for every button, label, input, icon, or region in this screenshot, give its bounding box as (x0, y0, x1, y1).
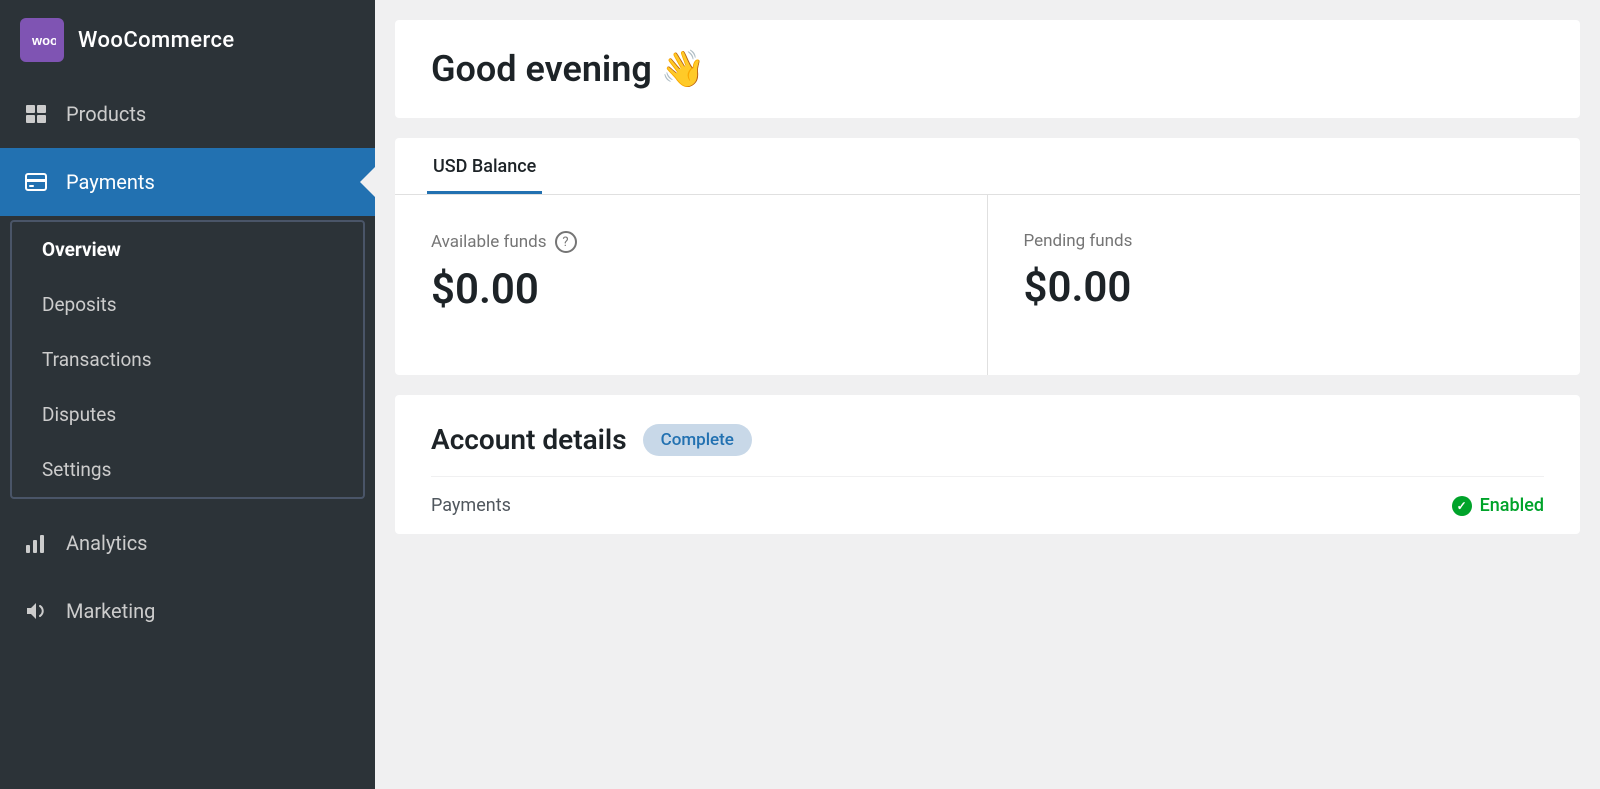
transactions-label: Transactions (42, 348, 152, 371)
available-funds-amount: $0.00 (431, 265, 951, 314)
products-label: Products (66, 102, 146, 126)
greeting-title: Good evening 👋 (431, 48, 1544, 90)
submenu-settings[interactable]: Settings (12, 442, 363, 497)
payments-icon (22, 168, 50, 196)
submenu-overview[interactable]: Overview (12, 222, 363, 277)
balance-tabs: USD Balance (395, 138, 1580, 195)
analytics-icon (22, 529, 50, 557)
deposits-label: Deposits (42, 293, 117, 316)
submenu-disputes[interactable]: Disputes (12, 387, 363, 442)
payments-submenu: Overview Deposits Transactions Disputes … (10, 220, 365, 499)
pending-funds-label-row: Pending funds (1024, 231, 1545, 251)
sidebar: woo WooCommerce Products Payments (0, 0, 375, 789)
pending-funds-amount: $0.00 (1024, 263, 1545, 312)
balance-card: USD Balance Available funds ? $0.00 Pend… (395, 138, 1580, 375)
overview-label: Overview (42, 238, 121, 261)
products-icon (22, 100, 50, 128)
submenu-transactions[interactable]: Transactions (12, 332, 363, 387)
greeting-card: Good evening 👋 (395, 20, 1580, 118)
available-funds-label-row: Available funds ? (431, 231, 951, 253)
available-funds-help-icon[interactable]: ? (555, 231, 577, 253)
sidebar-item-products[interactable]: Products (0, 80, 375, 148)
analytics-label: Analytics (66, 531, 148, 555)
balance-grid: Available funds ? $0.00 Pending funds $0… (395, 195, 1580, 375)
sidebar-brand[interactable]: woo WooCommerce (0, 0, 375, 80)
sidebar-item-analytics[interactable]: Analytics (0, 509, 375, 577)
account-complete-badge: Complete (643, 424, 752, 456)
usd-balance-tab[interactable]: USD Balance (427, 138, 542, 194)
woo-logo-icon: woo (20, 18, 64, 62)
enabled-status-text: Enabled (1480, 495, 1544, 516)
marketing-label: Marketing (66, 599, 155, 623)
account-payments-row: Payments Enabled (431, 476, 1544, 534)
account-payments-status: Enabled (1452, 495, 1544, 516)
greeting-emoji: 👋 (661, 48, 706, 90)
disputes-label: Disputes (42, 403, 116, 426)
payments-label: Payments (66, 170, 155, 194)
account-details-header: Account details Complete (431, 423, 1544, 456)
sidebar-item-payments[interactable]: Payments (0, 148, 375, 216)
account-details-card: Account details Complete Payments Enable… (395, 395, 1580, 534)
account-payments-label: Payments (431, 495, 1438, 516)
settings-label: Settings (42, 458, 111, 481)
main-content: Good evening 👋 USD Balance Available fun… (375, 0, 1600, 789)
brand-name: WooCommerce (78, 28, 235, 53)
sidebar-item-marketing[interactable]: Marketing (0, 577, 375, 645)
available-funds-cell: Available funds ? $0.00 (395, 195, 988, 375)
marketing-icon (22, 597, 50, 625)
pending-funds-cell: Pending funds $0.00 (988, 195, 1581, 375)
submenu-deposits[interactable]: Deposits (12, 277, 363, 332)
svg-text:woo: woo (31, 33, 56, 48)
account-details-title: Account details (431, 423, 627, 456)
enabled-dot-icon (1452, 496, 1472, 516)
